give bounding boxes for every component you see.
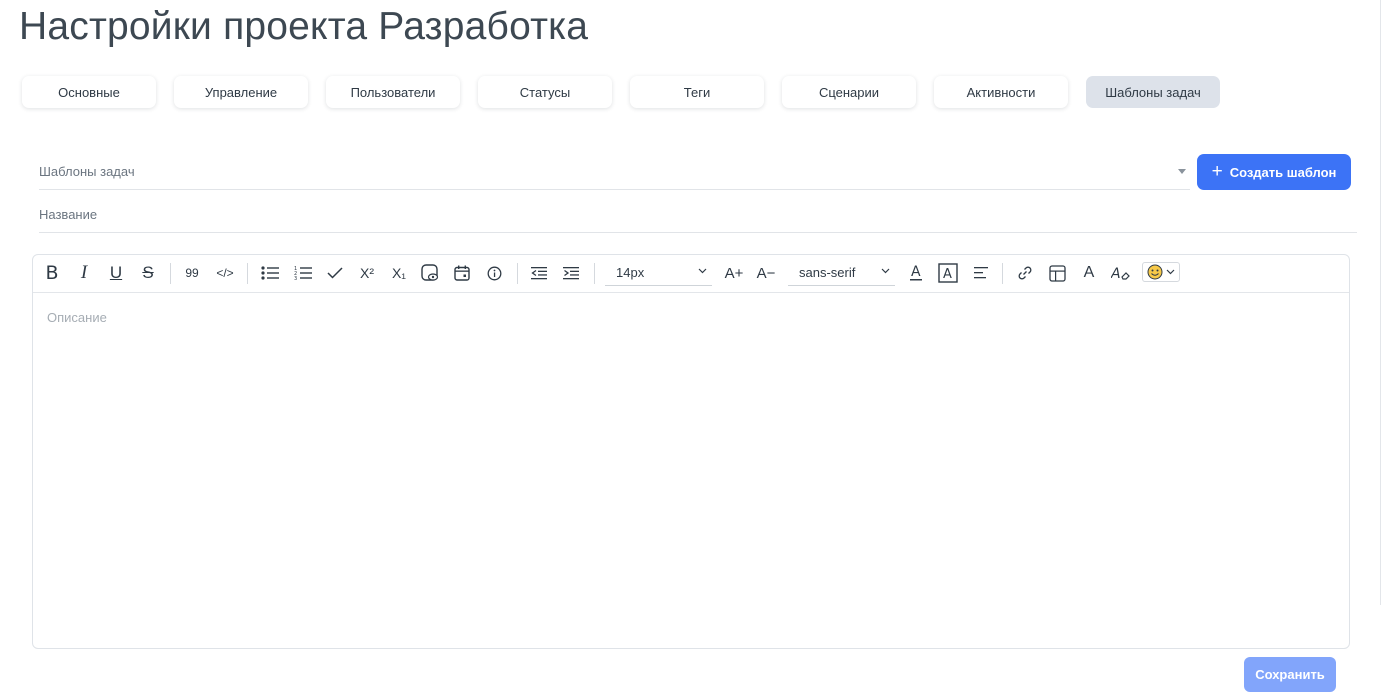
svg-text:3: 3 [294, 276, 297, 281]
tab-basic[interactable]: Основные [22, 76, 156, 108]
editor-toolbar: B I U S 99 </> 123 X² X₁ 14px A+ A− sans… [33, 255, 1349, 293]
description-placeholder: Описание [47, 310, 107, 325]
font-size-value: 14px [616, 265, 645, 280]
svg-text:A: A [943, 267, 952, 282]
toolbar-divider [170, 263, 171, 284]
settings-tabs: Основные Управление Пользователи Статусы… [22, 76, 1220, 108]
tab-activities[interactable]: Активности [934, 76, 1068, 108]
tab-task-templates[interactable]: Шаблоны задач [1086, 76, 1220, 108]
subscript-icon[interactable]: X₁ [388, 262, 410, 284]
tab-scenarios[interactable]: Сценарии [782, 76, 916, 108]
dropdown-caret-icon [1178, 169, 1186, 174]
template-name-placeholder: Название [39, 207, 98, 222]
emoji-picker[interactable] [1142, 262, 1180, 282]
task-templates-placeholder: Шаблоны задач [39, 164, 135, 179]
tab-management[interactable]: Управление [174, 76, 308, 108]
task-templates-select[interactable]: Шаблоны задач [39, 155, 1190, 190]
link-icon[interactable] [1014, 262, 1036, 284]
chevron-down-icon [698, 268, 707, 274]
calendar-icon[interactable] [451, 262, 473, 284]
superscript-icon[interactable]: X² [356, 262, 378, 284]
clear-format-icon[interactable]: A [1110, 262, 1132, 284]
description-editor[interactable]: Описание [47, 310, 107, 325]
svg-text:A: A [1111, 266, 1121, 281]
template-name-field[interactable]: Название [39, 198, 1357, 233]
scrollbar-track[interactable] [1380, 0, 1381, 605]
numbered-list-icon[interactable]: 123 [291, 262, 315, 284]
font-family-select[interactable]: sans-serif [788, 261, 895, 286]
align-icon[interactable] [970, 262, 992, 284]
toolbar-divider [247, 263, 248, 284]
page-title: Настройки проекта Разработка [19, 5, 589, 48]
create-template-button[interactable]: + Создать шаблон [1197, 154, 1351, 190]
chevron-down-icon [881, 268, 890, 274]
info-icon[interactable] [483, 262, 505, 284]
chevron-down-icon [1166, 269, 1175, 275]
font-family-value: sans-serif [799, 265, 856, 280]
toolbar-divider [517, 263, 518, 284]
svg-text:A: A [911, 264, 921, 280]
emoji-icon [1147, 264, 1163, 280]
underline-icon[interactable]: U [106, 262, 126, 284]
quote-icon[interactable]: 99 [181, 262, 203, 284]
plus-icon: + [1211, 160, 1223, 182]
tab-statuses[interactable]: Статусы [478, 76, 612, 108]
code-icon[interactable]: </> [213, 262, 237, 284]
check-icon[interactable] [324, 262, 346, 284]
strikethrough-icon[interactable]: S [138, 262, 158, 284]
rich-text-editor: B I U S 99 </> 123 X² X₁ 14px A+ A− sans… [32, 254, 1350, 649]
increase-font-icon[interactable]: A+ [722, 262, 746, 284]
outdent-icon[interactable] [528, 262, 550, 284]
table-icon[interactable] [1046, 262, 1068, 284]
font-size-select[interactable]: 14px [605, 261, 712, 286]
save-button[interactable]: Сохранить [1244, 657, 1336, 692]
bullet-list-icon[interactable] [258, 262, 282, 284]
create-template-label: Создать шаблон [1229, 164, 1337, 180]
spoiler-icon[interactable] [419, 262, 441, 284]
tab-users[interactable]: Пользователи [326, 76, 460, 108]
font-icon[interactable]: A [1079, 262, 1099, 284]
bold-icon[interactable]: B [42, 262, 62, 284]
toolbar-divider [594, 263, 595, 284]
decrease-font-icon[interactable]: A− [754, 262, 778, 284]
text-color-icon[interactable]: A [906, 262, 926, 284]
indent-icon[interactable] [560, 262, 582, 284]
toolbar-divider [1002, 263, 1003, 284]
tab-tags[interactable]: Теги [630, 76, 764, 108]
italic-icon[interactable]: I [74, 262, 94, 284]
background-color-icon[interactable]: A [937, 262, 959, 284]
project-settings-page: Настройки проекта Разработка Основные Уп… [0, 0, 1388, 699]
